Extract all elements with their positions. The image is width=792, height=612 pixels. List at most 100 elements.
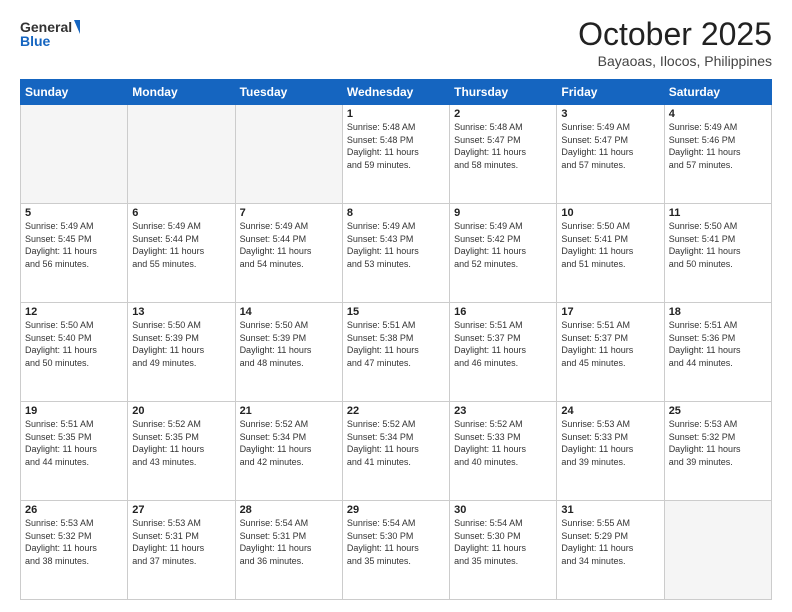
calendar-cell: 29Sunrise: 5:54 AMSunset: 5:30 PMDayligh… bbox=[342, 501, 449, 600]
day-number: 14 bbox=[240, 306, 338, 318]
day-info: Sunrise: 5:51 AMSunset: 5:36 PMDaylight:… bbox=[669, 319, 767, 369]
calendar-cell bbox=[21, 105, 128, 204]
location: Bayaoas, Ilocos, Philippines bbox=[578, 53, 772, 69]
day-number: 8 bbox=[347, 207, 445, 219]
calendar-cell: 13Sunrise: 5:50 AMSunset: 5:39 PMDayligh… bbox=[128, 303, 235, 402]
calendar: SundayMondayTuesdayWednesdayThursdayFrid… bbox=[20, 79, 772, 600]
day-number: 4 bbox=[669, 108, 767, 120]
calendar-cell: 16Sunrise: 5:51 AMSunset: 5:37 PMDayligh… bbox=[450, 303, 557, 402]
calendar-cell: 17Sunrise: 5:51 AMSunset: 5:37 PMDayligh… bbox=[557, 303, 664, 402]
day-number: 17 bbox=[561, 306, 659, 318]
week-row-1: 5Sunrise: 5:49 AMSunset: 5:45 PMDaylight… bbox=[21, 204, 772, 303]
weekday-header-friday: Friday bbox=[557, 80, 664, 105]
day-number: 30 bbox=[454, 504, 552, 516]
day-number: 3 bbox=[561, 108, 659, 120]
day-info: Sunrise: 5:49 AMSunset: 5:47 PMDaylight:… bbox=[561, 121, 659, 171]
calendar-cell: 6Sunrise: 5:49 AMSunset: 5:44 PMDaylight… bbox=[128, 204, 235, 303]
calendar-cell: 7Sunrise: 5:49 AMSunset: 5:44 PMDaylight… bbox=[235, 204, 342, 303]
calendar-cell: 9Sunrise: 5:49 AMSunset: 5:42 PMDaylight… bbox=[450, 204, 557, 303]
calendar-cell: 28Sunrise: 5:54 AMSunset: 5:31 PMDayligh… bbox=[235, 501, 342, 600]
calendar-cell: 10Sunrise: 5:50 AMSunset: 5:41 PMDayligh… bbox=[557, 204, 664, 303]
calendar-cell: 14Sunrise: 5:50 AMSunset: 5:39 PMDayligh… bbox=[235, 303, 342, 402]
calendar-cell: 31Sunrise: 5:55 AMSunset: 5:29 PMDayligh… bbox=[557, 501, 664, 600]
calendar-cell: 15Sunrise: 5:51 AMSunset: 5:38 PMDayligh… bbox=[342, 303, 449, 402]
week-row-0: 1Sunrise: 5:48 AMSunset: 5:48 PMDaylight… bbox=[21, 105, 772, 204]
calendar-cell: 1Sunrise: 5:48 AMSunset: 5:48 PMDaylight… bbox=[342, 105, 449, 204]
calendar-cell: 21Sunrise: 5:52 AMSunset: 5:34 PMDayligh… bbox=[235, 402, 342, 501]
calendar-cell: 5Sunrise: 5:49 AMSunset: 5:45 PMDaylight… bbox=[21, 204, 128, 303]
day-info: Sunrise: 5:54 AMSunset: 5:30 PMDaylight:… bbox=[347, 517, 445, 567]
calendar-cell: 25Sunrise: 5:53 AMSunset: 5:32 PMDayligh… bbox=[664, 402, 771, 501]
day-number: 20 bbox=[132, 405, 230, 417]
day-number: 25 bbox=[669, 405, 767, 417]
calendar-cell: 20Sunrise: 5:52 AMSunset: 5:35 PMDayligh… bbox=[128, 402, 235, 501]
weekday-header-wednesday: Wednesday bbox=[342, 80, 449, 105]
day-number: 26 bbox=[25, 504, 123, 516]
weekday-header: SundayMondayTuesdayWednesdayThursdayFrid… bbox=[21, 80, 772, 105]
day-info: Sunrise: 5:51 AMSunset: 5:37 PMDaylight:… bbox=[561, 319, 659, 369]
logo-svg: General Blue bbox=[20, 16, 80, 52]
day-info: Sunrise: 5:50 AMSunset: 5:41 PMDaylight:… bbox=[561, 220, 659, 270]
day-number: 22 bbox=[347, 405, 445, 417]
weekday-header-sunday: Sunday bbox=[21, 80, 128, 105]
calendar-body: 1Sunrise: 5:48 AMSunset: 5:48 PMDaylight… bbox=[21, 105, 772, 600]
calendar-cell: 12Sunrise: 5:50 AMSunset: 5:40 PMDayligh… bbox=[21, 303, 128, 402]
day-info: Sunrise: 5:52 AMSunset: 5:34 PMDaylight:… bbox=[240, 418, 338, 468]
calendar-cell: 3Sunrise: 5:49 AMSunset: 5:47 PMDaylight… bbox=[557, 105, 664, 204]
month-title: October 2025 bbox=[578, 16, 772, 53]
title-block: October 2025 Bayaoas, Ilocos, Philippine… bbox=[578, 16, 772, 69]
day-number: 6 bbox=[132, 207, 230, 219]
day-info: Sunrise: 5:53 AMSunset: 5:33 PMDaylight:… bbox=[561, 418, 659, 468]
day-info: Sunrise: 5:51 AMSunset: 5:37 PMDaylight:… bbox=[454, 319, 552, 369]
day-info: Sunrise: 5:52 AMSunset: 5:35 PMDaylight:… bbox=[132, 418, 230, 468]
calendar-cell: 27Sunrise: 5:53 AMSunset: 5:31 PMDayligh… bbox=[128, 501, 235, 600]
week-row-2: 12Sunrise: 5:50 AMSunset: 5:40 PMDayligh… bbox=[21, 303, 772, 402]
weekday-header-monday: Monday bbox=[128, 80, 235, 105]
day-info: Sunrise: 5:49 AMSunset: 5:45 PMDaylight:… bbox=[25, 220, 123, 270]
day-number: 10 bbox=[561, 207, 659, 219]
calendar-cell bbox=[235, 105, 342, 204]
day-number: 27 bbox=[132, 504, 230, 516]
day-number: 13 bbox=[132, 306, 230, 318]
day-number: 24 bbox=[561, 405, 659, 417]
day-number: 31 bbox=[561, 504, 659, 516]
weekday-header-saturday: Saturday bbox=[664, 80, 771, 105]
calendar-cell: 22Sunrise: 5:52 AMSunset: 5:34 PMDayligh… bbox=[342, 402, 449, 501]
day-info: Sunrise: 5:48 AMSunset: 5:48 PMDaylight:… bbox=[347, 121, 445, 171]
day-number: 28 bbox=[240, 504, 338, 516]
day-number: 16 bbox=[454, 306, 552, 318]
day-number: 15 bbox=[347, 306, 445, 318]
day-info: Sunrise: 5:50 AMSunset: 5:39 PMDaylight:… bbox=[240, 319, 338, 369]
day-info: Sunrise: 5:50 AMSunset: 5:39 PMDaylight:… bbox=[132, 319, 230, 369]
day-info: Sunrise: 5:49 AMSunset: 5:44 PMDaylight:… bbox=[132, 220, 230, 270]
calendar-cell: 23Sunrise: 5:52 AMSunset: 5:33 PMDayligh… bbox=[450, 402, 557, 501]
day-info: Sunrise: 5:50 AMSunset: 5:40 PMDaylight:… bbox=[25, 319, 123, 369]
day-info: Sunrise: 5:50 AMSunset: 5:41 PMDaylight:… bbox=[669, 220, 767, 270]
calendar-cell: 4Sunrise: 5:49 AMSunset: 5:46 PMDaylight… bbox=[664, 105, 771, 204]
logo: General Blue bbox=[20, 16, 80, 52]
week-row-3: 19Sunrise: 5:51 AMSunset: 5:35 PMDayligh… bbox=[21, 402, 772, 501]
day-number: 11 bbox=[669, 207, 767, 219]
day-info: Sunrise: 5:51 AMSunset: 5:35 PMDaylight:… bbox=[25, 418, 123, 468]
calendar-cell: 24Sunrise: 5:53 AMSunset: 5:33 PMDayligh… bbox=[557, 402, 664, 501]
day-info: Sunrise: 5:52 AMSunset: 5:33 PMDaylight:… bbox=[454, 418, 552, 468]
calendar-cell bbox=[128, 105, 235, 204]
day-info: Sunrise: 5:54 AMSunset: 5:30 PMDaylight:… bbox=[454, 517, 552, 567]
day-info: Sunrise: 5:49 AMSunset: 5:44 PMDaylight:… bbox=[240, 220, 338, 270]
weekday-header-thursday: Thursday bbox=[450, 80, 557, 105]
week-row-4: 26Sunrise: 5:53 AMSunset: 5:32 PMDayligh… bbox=[21, 501, 772, 600]
header: General Blue October 2025 Bayaoas, Iloco… bbox=[20, 16, 772, 69]
page: General Blue October 2025 Bayaoas, Iloco… bbox=[0, 0, 792, 612]
day-number: 19 bbox=[25, 405, 123, 417]
day-number: 7 bbox=[240, 207, 338, 219]
day-number: 2 bbox=[454, 108, 552, 120]
calendar-cell: 8Sunrise: 5:49 AMSunset: 5:43 PMDaylight… bbox=[342, 204, 449, 303]
day-number: 29 bbox=[347, 504, 445, 516]
day-info: Sunrise: 5:49 AMSunset: 5:42 PMDaylight:… bbox=[454, 220, 552, 270]
day-number: 12 bbox=[25, 306, 123, 318]
day-number: 21 bbox=[240, 405, 338, 417]
day-number: 1 bbox=[347, 108, 445, 120]
day-number: 23 bbox=[454, 405, 552, 417]
calendar-cell: 11Sunrise: 5:50 AMSunset: 5:41 PMDayligh… bbox=[664, 204, 771, 303]
calendar-cell: 19Sunrise: 5:51 AMSunset: 5:35 PMDayligh… bbox=[21, 402, 128, 501]
